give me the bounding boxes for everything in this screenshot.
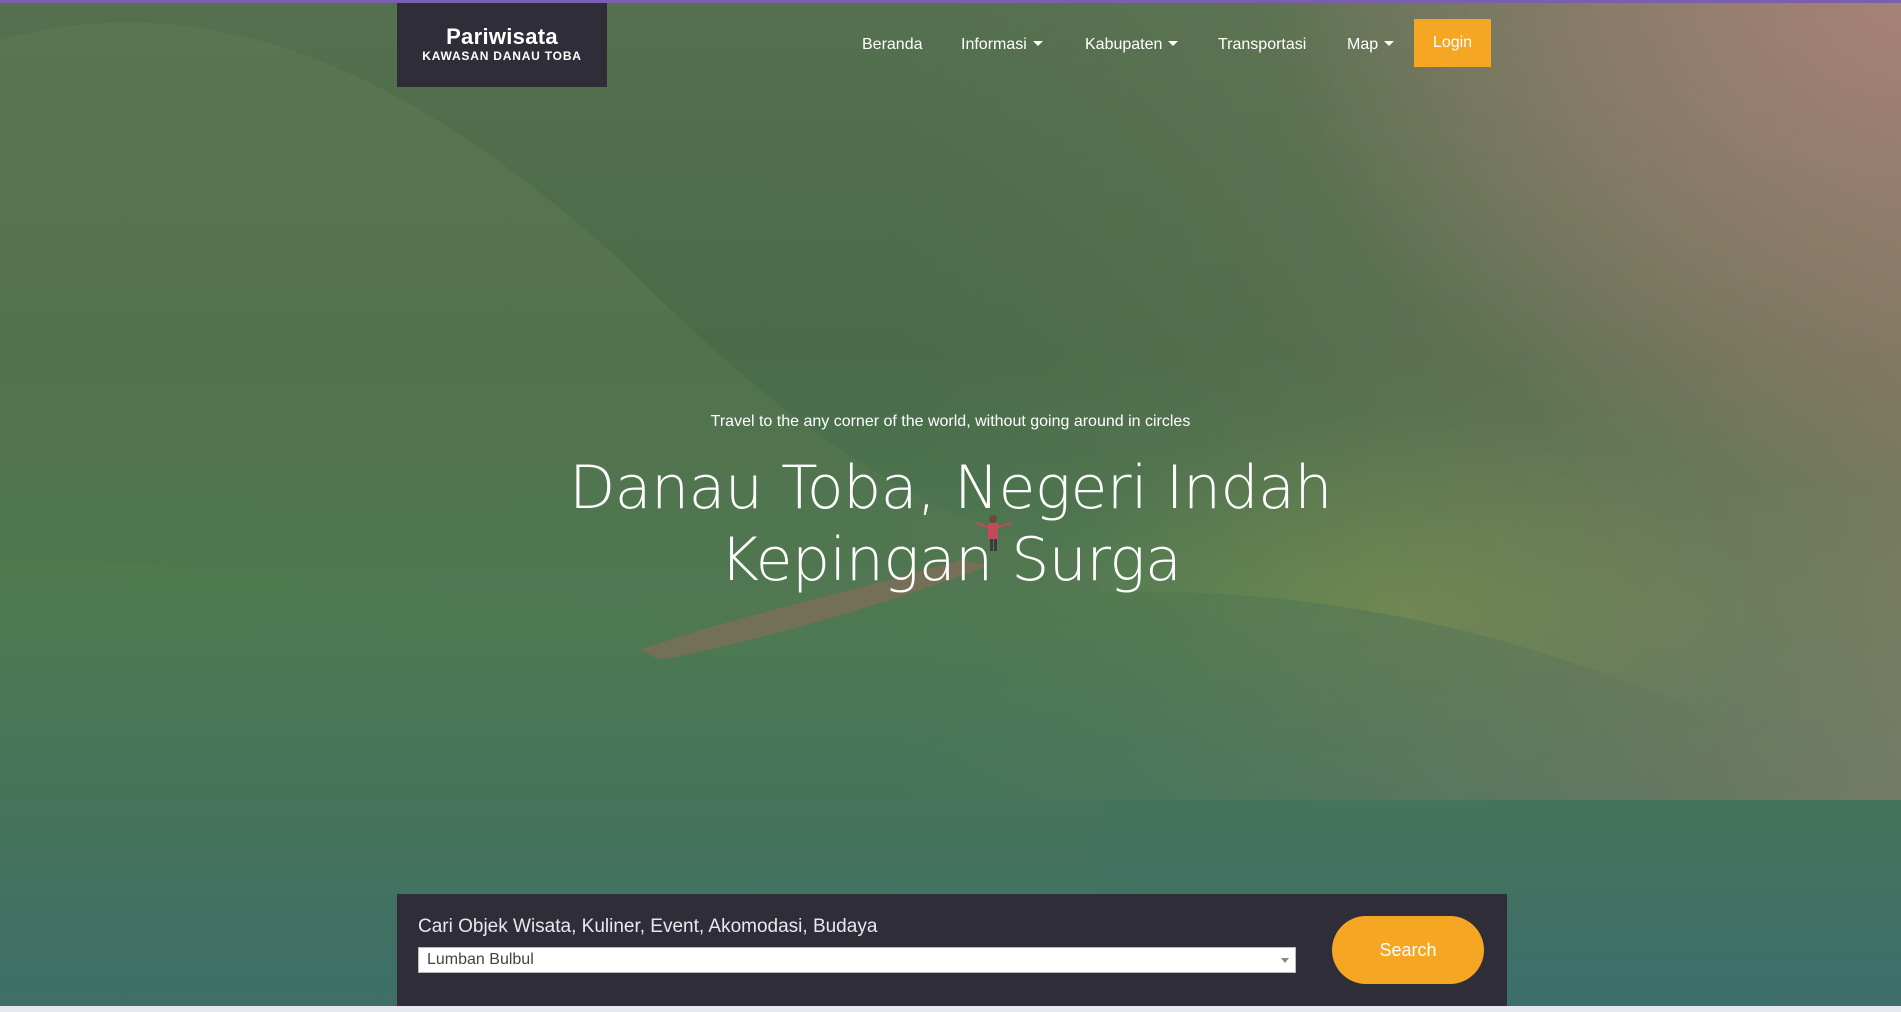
- nav-item-kabupaten[interactable]: Kabupaten: [1085, 34, 1179, 56]
- headline-line-1: Danau Toba, Negeri Indah: [569, 453, 1332, 523]
- headline-line-2: Kepingan Surga: [719, 525, 1182, 595]
- hero-headline: Danau Toba, Negeri Indah Kepingan Surga: [0, 452, 1901, 596]
- chevron-down-icon: [1281, 958, 1289, 963]
- top-accent-line: [0, 0, 1901, 3]
- nav-item-label: Map: [1347, 36, 1379, 53]
- bottom-strip: [0, 1006, 1901, 1012]
- nav-item-map[interactable]: Map: [1347, 34, 1395, 56]
- brand-subtitle: KAWASAN DANAU TOBA: [422, 49, 582, 63]
- select-value: Lumban Bulbul: [427, 951, 534, 968]
- search-panel: Cari Objek Wisata, Kuliner, Event, Akomo…: [397, 894, 1507, 1006]
- caret-down-icon: [1384, 41, 1395, 46]
- nav-item-label: Beranda: [862, 36, 923, 53]
- nav-item-transportasi[interactable]: Transportasi: [1218, 34, 1306, 56]
- nav-item-beranda[interactable]: Beranda: [862, 34, 923, 56]
- brand-logo[interactable]: Pariwisata KAWASAN DANAU TOBA: [397, 3, 607, 87]
- caret-down-icon: [1032, 41, 1043, 46]
- hero-tagline: Travel to the any corner of the world, w…: [710, 413, 1191, 430]
- caret-down-icon: [1168, 41, 1179, 46]
- login-button[interactable]: Login: [1414, 19, 1491, 67]
- nav-item-label: Kabupaten: [1085, 36, 1163, 53]
- nav-item-informasi[interactable]: Informasi: [961, 34, 1043, 56]
- nav-item-label: Transportasi: [1218, 36, 1307, 53]
- nav-item-label: Informasi: [961, 36, 1027, 53]
- search-button[interactable]: Search: [1332, 916, 1484, 984]
- search-label: Cari Objek Wisata, Kuliner, Event, Akomo…: [418, 916, 878, 937]
- destination-select[interactable]: Lumban Bulbul: [418, 947, 1296, 973]
- brand-title: Pariwisata: [446, 24, 558, 49]
